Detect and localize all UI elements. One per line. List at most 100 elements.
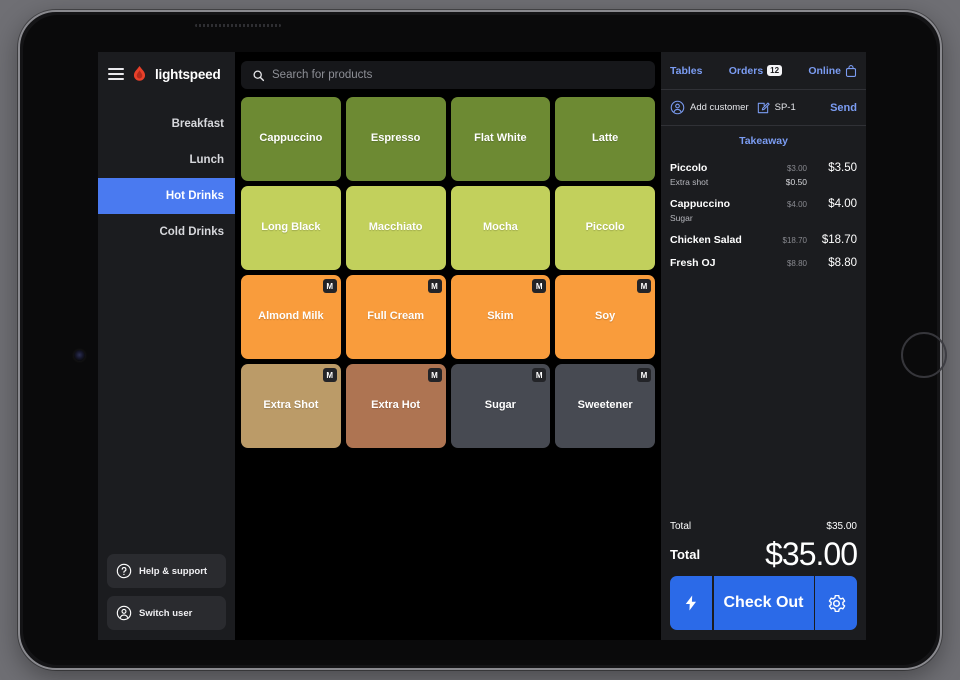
product-grid: Cappuccino Espresso Flat White Latte Long Bl… (235, 89, 661, 448)
product-tile-label: Latte (591, 132, 619, 145)
product-tile[interactable]: Skim M (450, 275, 551, 359)
user-circle-icon (116, 605, 132, 621)
product-tile-label: Full Cream (367, 310, 425, 323)
product-tile-label: Cappuccino (259, 132, 323, 145)
sidebar-item-hot-drinks[interactable]: Hot Drinks (98, 178, 235, 214)
order-item-name: Chicken Salad (670, 234, 742, 246)
tablet-device: lightspeed Breakfast Lunch Hot Drinks Co… (18, 10, 947, 670)
quick-pay-button[interactable] (670, 576, 712, 630)
product-tile[interactable]: Espresso (345, 97, 446, 181)
product-tile[interactable]: Long Black (241, 186, 341, 270)
product-tile[interactable]: Sweetener M (555, 364, 655, 448)
order-type-selector[interactable]: Takeaway (661, 126, 866, 156)
grand-total-row: Total $35.00 (670, 536, 858, 572)
subtotal-row: Total $35.00 (670, 521, 857, 532)
help-and-support-label: Help & support (139, 565, 208, 577)
product-tile[interactable]: Latte (555, 97, 655, 181)
search-placeholder: Search for products (272, 69, 373, 81)
tab-online-label: Online (808, 64, 841, 77)
sidebar: lightspeed Breakfast Lunch Hot Drinks Co… (98, 52, 235, 640)
modifier-name: Extra shot (670, 177, 709, 187)
product-tile[interactable]: Extra Shot M (241, 364, 341, 448)
product-tile-label: Extra Hot (371, 399, 421, 412)
shopping-bag-icon (845, 64, 857, 77)
category-list: Breakfast Lunch Hot Drinks Cold Drinks (98, 106, 235, 250)
order-panel-tabs: Tables Orders 12 Online (661, 52, 866, 90)
order-line-item-main[interactable]: Piccolo $3.00 $3.50 (670, 162, 857, 174)
subtotal-value: $35.00 (826, 521, 857, 532)
product-modifier-badge: M (322, 368, 337, 382)
product-tile[interactable]: Extra Hot M (345, 364, 446, 448)
product-tile[interactable]: Macchiato (345, 186, 446, 270)
product-modifier-badge: M (637, 279, 651, 293)
search-input[interactable]: Search for products (241, 61, 655, 89)
question-circle-icon (116, 563, 132, 579)
order-reference-label: SP-1 (774, 102, 796, 113)
order-item-modifier[interactable]: Sugar (670, 213, 857, 223)
order-panel: Tables Orders 12 Online Add customer SP-… (661, 52, 866, 640)
product-tile-label: Long Black (261, 221, 321, 234)
product-modifier-badge: M (532, 368, 547, 382)
checkout-row: Check Out (661, 576, 866, 640)
product-tile[interactable]: Cappuccino (241, 97, 341, 181)
product-tile-label: Sugar (484, 399, 516, 412)
order-item-total: $4.00 (828, 198, 857, 210)
product-tile[interactable]: Piccolo (555, 186, 655, 270)
order-actions: Add customer SP-1 Send (661, 90, 866, 126)
add-customer-label: Add customer (690, 102, 749, 113)
checkout-settings-button[interactable] (815, 576, 857, 630)
lightning-bolt-icon (685, 595, 697, 611)
modifier-name: Sugar (670, 213, 693, 223)
product-tile[interactable]: Soy M (555, 275, 655, 359)
orders-count-badge: 12 (767, 65, 783, 76)
edit-note-icon (757, 102, 770, 113)
brand-row: lightspeed (98, 52, 235, 96)
help-and-support-button[interactable]: Help & support (107, 554, 226, 588)
product-tile-label: Mocha (482, 221, 518, 234)
tab-tables[interactable]: Tables (670, 65, 702, 77)
hamburger-icon[interactable] (108, 68, 124, 80)
add-customer-button[interactable]: Add customer (670, 100, 749, 115)
tab-online[interactable]: Online (808, 64, 857, 78)
order-line-item: Fresh OJ $8.80 $8.80 (670, 257, 857, 269)
product-tile-label: Sweetener (577, 399, 633, 412)
order-item-modifier[interactable]: Extra shot $0.50 (670, 177, 857, 187)
product-tile-label: Skim (487, 310, 514, 323)
order-item-name: Cappuccino (670, 198, 731, 210)
product-tile-label: Soy (595, 310, 616, 323)
product-tile[interactable]: Flat White (450, 97, 551, 181)
app-screen: lightspeed Breakfast Lunch Hot Drinks Co… (98, 52, 866, 640)
sidebar-item-label: Hot Drinks (165, 190, 224, 202)
home-button[interactable] (901, 332, 947, 378)
send-button[interactable]: Send (830, 102, 857, 114)
product-tile-label: Piccolo (585, 221, 625, 234)
check-out-button[interactable]: Check Out (713, 576, 814, 630)
product-modifier-badge: M (427, 279, 442, 293)
grand-total-label: Total (670, 546, 701, 562)
product-tile[interactable]: Sugar M (450, 364, 551, 448)
order-line-item-main[interactable]: Fresh OJ $8.80 $8.80 (670, 257, 857, 269)
switch-user-button[interactable]: Switch user (107, 596, 226, 630)
order-line-item-main[interactable]: Cappuccino $4.00 $4.00 (670, 198, 857, 210)
subtotal-label: Total (670, 521, 692, 532)
check-out-label: Check Out (723, 594, 804, 611)
sidebar-item-breakfast[interactable]: Breakfast (98, 106, 235, 142)
product-modifier-badge: M (322, 279, 337, 293)
tab-orders-label: Orders (728, 64, 764, 77)
tab-orders[interactable]: Orders 12 (728, 64, 783, 77)
sidebar-item-lunch[interactable]: Lunch (98, 142, 235, 178)
brand-name: lightspeed (155, 66, 221, 82)
front-camera-icon (74, 350, 85, 361)
sidebar-item-cold-drinks[interactable]: Cold Drinks (98, 214, 235, 250)
product-tile[interactable]: Full Cream M (345, 275, 446, 359)
order-reference-button[interactable]: SP-1 (756, 101, 796, 115)
order-totals: Total $35.00 Total $35.00 (661, 521, 866, 576)
product-tile-label: Almond Milk (258, 310, 324, 323)
order-line-item-main[interactable]: Chicken Salad $18.70 $18.70 (670, 234, 857, 246)
product-tile[interactable]: Almond Milk M (241, 275, 341, 359)
product-tile[interactable]: Mocha (450, 186, 551, 270)
product-modifier-badge: M (427, 368, 442, 382)
search-wrapper: Search for products (235, 52, 661, 89)
grand-total-value: $35.00 (765, 536, 858, 572)
